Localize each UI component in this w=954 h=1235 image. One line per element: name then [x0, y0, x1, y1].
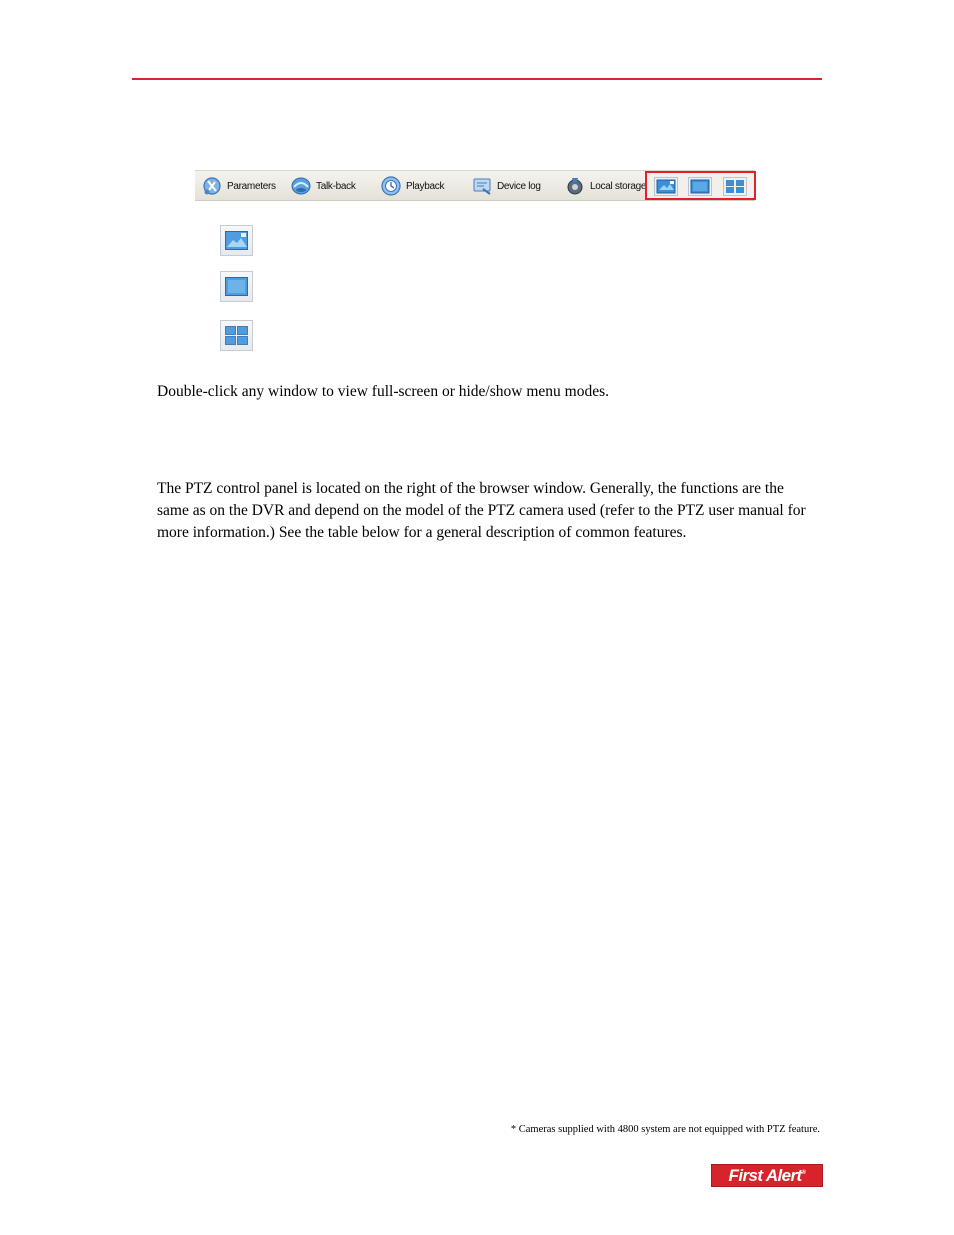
quad-view-icon — [726, 180, 744, 193]
single-view-icon — [690, 179, 710, 194]
quad-view-button[interactable] — [723, 177, 747, 196]
talk-back-icon — [290, 175, 312, 197]
registered-mark: ® — [801, 1170, 806, 1176]
toolbar-item-label: Local storage — [590, 180, 647, 192]
quad-view-icon — [220, 320, 253, 351]
header-rule — [132, 78, 822, 80]
toolbar-local-storage-button[interactable]: Local storage — [564, 174, 646, 198]
view-mode-highlight — [645, 171, 756, 200]
toolbar-item-label: Talk-back — [316, 180, 356, 192]
footnote: * Cameras supplied with 4800 system are … — [510, 1124, 820, 1135]
single-view-button[interactable] — [688, 177, 712, 196]
toolbar-item-label: Playback — [406, 180, 445, 192]
device-log-icon — [471, 175, 493, 197]
parameters-icon — [201, 175, 223, 197]
paragraph-ptz-description: The PTZ control panel is located on the … — [157, 480, 806, 541]
single-view-icon — [220, 271, 253, 302]
paragraph-double-click: Double-click any window to view full-scr… — [157, 383, 609, 400]
first-alert-logo: First Alert® — [711, 1164, 823, 1187]
fit-window-view-icon — [220, 225, 253, 256]
local-storage-icon — [564, 175, 586, 197]
toolbar-device-log-button[interactable]: Device log — [471, 174, 541, 198]
logo-text: First Alert — [728, 1166, 803, 1185]
toolbar-talk-back-button[interactable]: Talk-back — [290, 174, 356, 198]
fit-window-view-icon — [656, 179, 676, 194]
playback-icon — [380, 175, 402, 197]
toolbar-item-label: Parameters — [227, 180, 276, 192]
toolbar-parameters-button[interactable]: Parameters — [201, 174, 276, 198]
fit-window-view-button[interactable] — [654, 177, 678, 196]
toolbar-item-label: Device log — [497, 180, 541, 192]
toolbar-playback-button[interactable]: Playback — [380, 174, 444, 198]
